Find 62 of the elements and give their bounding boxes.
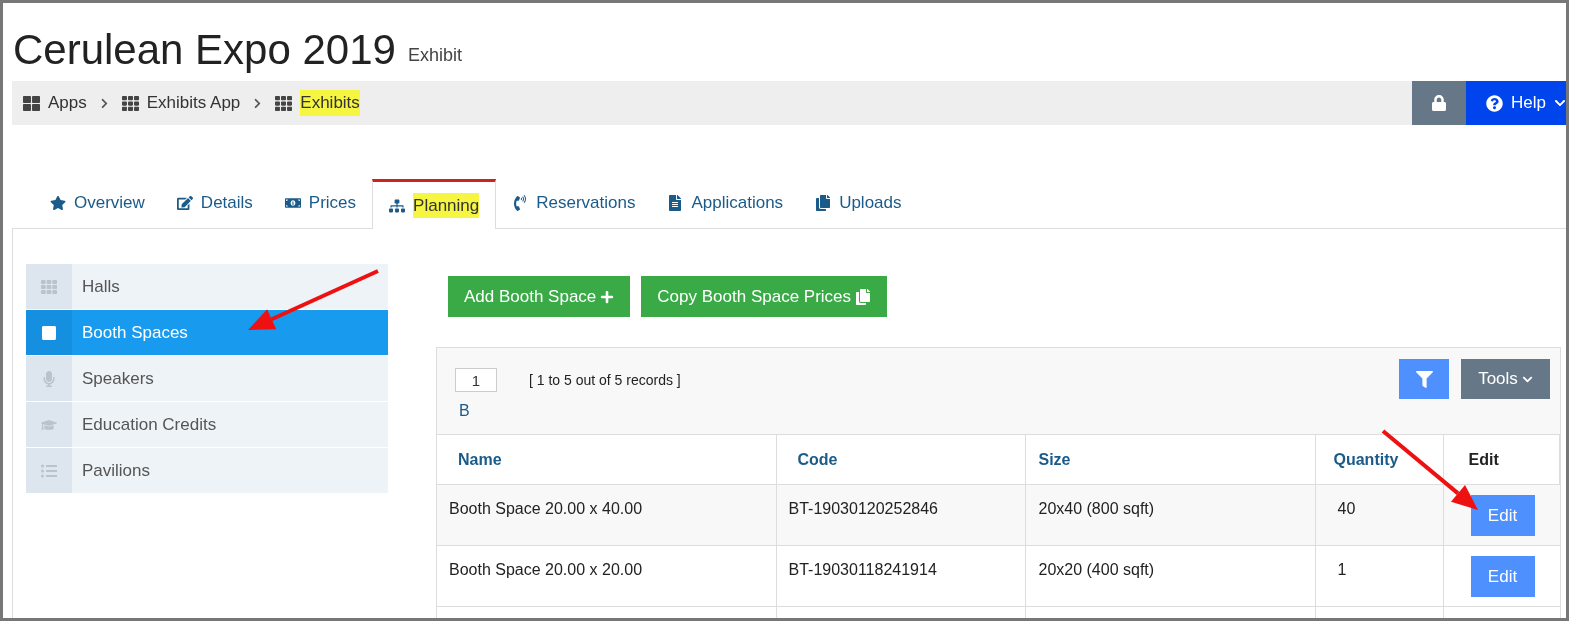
tools-button[interactable]: Tools [1461, 359, 1550, 399]
page-subtitle: Exhibit [407, 44, 462, 67]
lock-icon [1431, 95, 1447, 111]
tab-label: Reservations [536, 192, 636, 215]
tab-label: Details [200, 192, 253, 215]
table-cell: 20x20 (400 sqft) [1038, 561, 1155, 578]
records-summary: [ 1 to 5 out of 5 records ] [529, 370, 681, 390]
document-icon [667, 195, 684, 211]
microphone-icon [41, 370, 57, 387]
filter-button[interactable] [1399, 359, 1449, 399]
column-header[interactable]: Size [1038, 450, 1071, 468]
table-cell: 20x40 (800 sqft) [1038, 500, 1155, 517]
table-cell: BT-19030118241914 [788, 561, 937, 578]
banknote-icon [284, 195, 301, 211]
table-cell: BT-19030120252846 [788, 500, 938, 517]
sidebar-item[interactable]: Pavilions [26, 448, 388, 493]
tab-label: Applications [691, 192, 784, 215]
tab[interactable]: Overview [34, 178, 161, 228]
help-button[interactable]: Help [1466, 81, 1566, 125]
chevron-down-icon [1553, 97, 1566, 109]
documents-icon [815, 195, 832, 211]
tab[interactable]: Details [160, 178, 269, 228]
list-icon [41, 462, 57, 479]
breadcrumb-link[interactable]: Apps [48, 90, 87, 116]
tab[interactable]: Uploads [799, 178, 918, 228]
tab-label: Overview [74, 192, 145, 215]
grid-icon [275, 94, 293, 112]
table-cell: 40 [1337, 500, 1356, 517]
grid-icon [121, 94, 139, 112]
column-header: Edit [1468, 450, 1499, 468]
sidebar-item[interactable]: Education Credits [26, 402, 388, 447]
page-title: Cerulean Expo 2019 [13, 29, 396, 71]
lock-button[interactable] [1412, 81, 1466, 125]
page-input[interactable]: 1 [455, 368, 497, 392]
help-icon [1486, 94, 1503, 112]
edit-icon [176, 195, 193, 211]
column-header[interactable]: Name [458, 450, 502, 468]
phone-icon [512, 195, 529, 211]
filter-icon [1415, 370, 1433, 388]
plus-icon [600, 289, 615, 304]
tab[interactable]: Applications [651, 178, 800, 228]
grid-icon [41, 278, 57, 295]
sidebar-item[interactable]: Halls [26, 264, 388, 309]
tab-label: Prices [308, 192, 357, 215]
tab[interactable]: Prices [268, 178, 373, 228]
copy-icon [855, 288, 872, 305]
apps-icon [23, 94, 40, 112]
sitemap-icon [389, 197, 406, 214]
tab[interactable]: Planning [372, 179, 497, 229]
page-link[interactable]: B [459, 399, 681, 423]
table-cell: 1 [1337, 561, 1347, 578]
star-icon [50, 195, 66, 211]
column-header[interactable]: Quantity [1333, 450, 1399, 468]
tab[interactable]: Reservations [496, 178, 652, 228]
table-cell: Booth Space 20.00 x 20.00 [449, 561, 643, 578]
table-cell: Booth Space 20.00 x 40.00 [449, 500, 643, 517]
tab-label: Planning [413, 192, 480, 219]
tab-label: Uploads [839, 192, 902, 215]
column-header[interactable]: Code [797, 450, 838, 468]
breadcrumb-link[interactable]: Exhibits [300, 90, 360, 116]
breadcrumb-link[interactable]: Exhibits App [146, 90, 241, 116]
sidebar-item[interactable]: Speakers [26, 356, 388, 401]
